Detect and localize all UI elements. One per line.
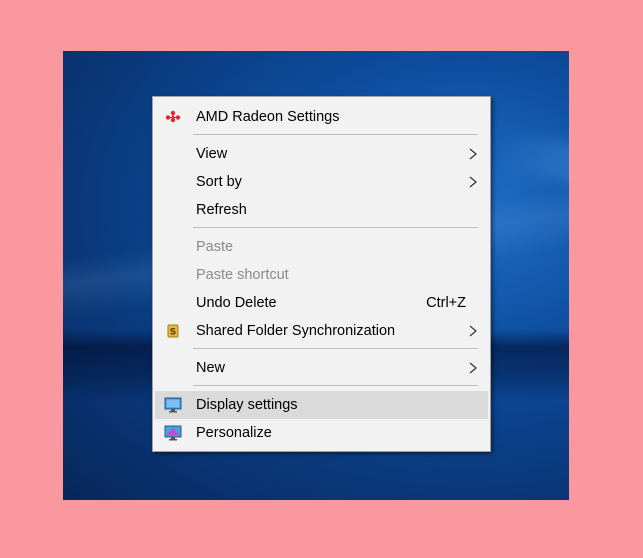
menu-item-label: Display settings — [196, 397, 298, 413]
menu-item-label: Sort by — [196, 174, 242, 190]
menu-item-paste[interactable]: Paste — [155, 233, 488, 261]
chevron-right-icon — [469, 176, 477, 188]
menu-item-label: Undo Delete — [196, 295, 277, 311]
menu-item-personalize[interactable]: Personalize — [155, 419, 488, 447]
menu-separator — [193, 227, 478, 228]
menu-item-label: Personalize — [196, 425, 272, 441]
chevron-right-icon — [469, 325, 477, 337]
menu-item-amd-radeon-settings[interactable]: AMD Radeon Settings — [155, 103, 488, 131]
amd-radeon-icon — [164, 108, 182, 126]
menu-item-paste-shortcut[interactable]: Paste shortcut — [155, 261, 488, 289]
menu-separator — [193, 385, 478, 386]
menu-item-refresh[interactable]: Refresh — [155, 196, 488, 224]
svg-text:S: S — [170, 328, 176, 338]
menu-separator — [193, 348, 478, 349]
shortcut-label: Ctrl+Z — [426, 295, 466, 311]
personalize-icon — [164, 424, 182, 442]
desktop-context-menu: AMD Radeon Settings View Sort by Refresh… — [152, 96, 491, 452]
menu-item-new[interactable]: New — [155, 354, 488, 382]
shared-folder-sync-icon: S — [164, 322, 182, 340]
menu-separator — [193, 134, 478, 135]
wallpaper-light-beam — [491, 130, 569, 202]
chevron-right-icon — [469, 362, 477, 374]
chevron-right-icon — [469, 148, 477, 160]
menu-item-label: Paste — [196, 239, 234, 255]
menu-item-label: New — [196, 360, 226, 376]
menu-item-label: Shared Folder Synchronization — [196, 323, 396, 339]
menu-item-undo-delete[interactable]: Undo Delete Ctrl+Z — [155, 289, 488, 317]
display-settings-icon — [164, 396, 182, 414]
menu-item-sort-by[interactable]: Sort by — [155, 168, 488, 196]
menu-item-label: Refresh — [196, 202, 247, 218]
menu-item-shared-folder-sync[interactable]: S Shared Folder Synchronization — [155, 317, 488, 345]
menu-item-label: Paste shortcut — [196, 267, 289, 283]
menu-item-view[interactable]: View — [155, 140, 488, 168]
menu-item-display-settings[interactable]: Display settings — [155, 391, 488, 419]
menu-item-label: AMD Radeon Settings — [196, 109, 340, 125]
menu-item-label: View — [196, 146, 228, 162]
